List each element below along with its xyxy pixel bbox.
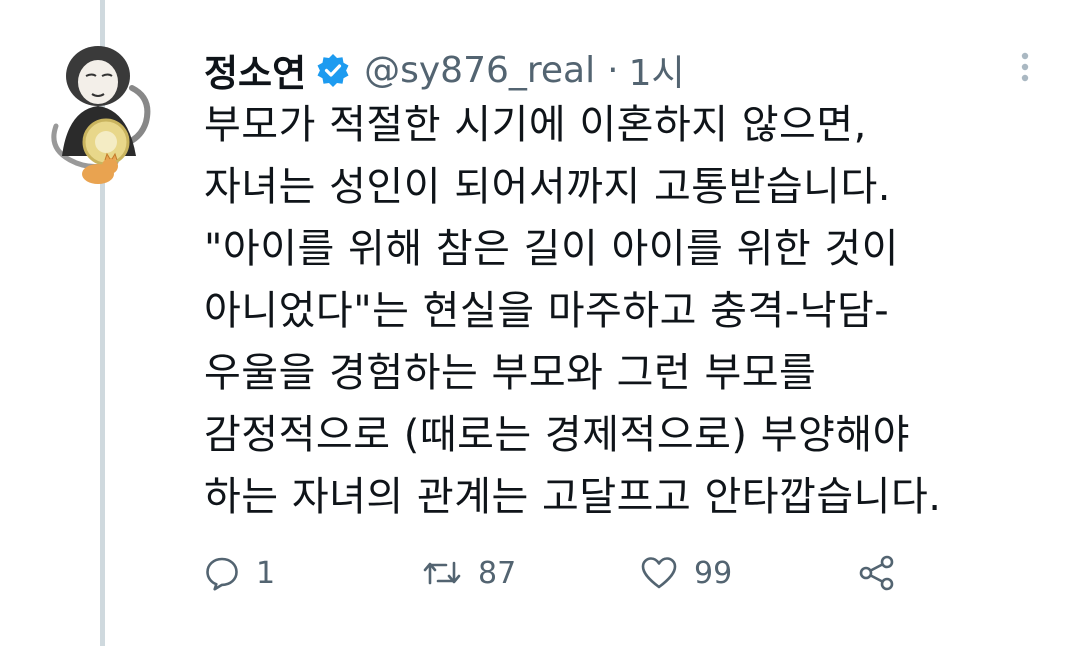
tweet-text-line: "아이를 위해 참은 길이 아이를 위한 것이 [204,226,899,272]
like-button[interactable]: 99 [640,548,732,598]
heart-icon [641,557,677,589]
tweet-text-line: 자녀는 성인이 되어서까지 고통받습니다. [204,164,891,210]
more-vertical-icon [1021,52,1029,82]
timestamp[interactable]: 1시 [629,44,685,96]
separator-dot: · [607,49,619,91]
reply-count: 1 [256,555,276,591]
avatar-illustration-icon [51,46,151,184]
tweet-text-line: 아니었다"는 현실을 마주하고 충격-낙담- [204,288,890,334]
reply-icon [206,557,238,591]
share-icon [859,555,894,591]
handle[interactable]: @sy876_real [364,50,595,91]
verified-badge-icon [316,53,350,87]
retweet-count: 87 [478,555,517,591]
retweet-icon [423,561,461,585]
tweet-actions: 1 87 99 [204,548,924,598]
tweet-text-line: 감정적으로 (때로는 경제적으로) 부양해야 [204,412,910,458]
tweet-text: 부모가 적절한 시기에 이혼하지 않으면, 자녀는 성인이 되어서까지 고통받습… [204,94,1054,528]
display-name[interactable]: 정소연 [204,43,306,97]
retweet-button[interactable]: 87 [422,548,516,598]
avatar[interactable] [40,38,168,188]
tweet-text-line: 하는 자녀의 관계는 고달프고 안타깝습니다. [204,474,942,520]
share-button[interactable] [858,548,896,598]
reply-button[interactable]: 1 [204,548,275,598]
like-count: 99 [694,555,733,591]
tweet-header: 정소연 @sy876_real · 1시 [204,40,685,100]
tweet-text-line: 부모가 적절한 시기에 이혼하지 않으면, [204,102,867,148]
tweet-text-line: 우울을 경험하는 부모와 그런 부모를 [204,350,817,396]
more-options-button[interactable] [1018,48,1032,88]
